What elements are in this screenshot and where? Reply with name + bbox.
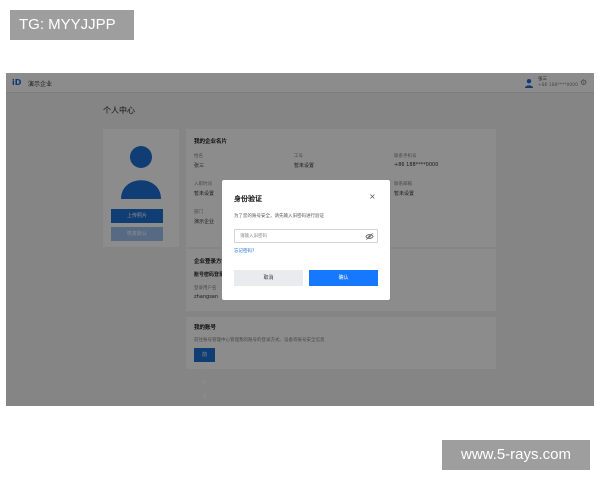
dialog-title: 身份验证 <box>234 195 262 203</box>
eye-off-icon[interactable] <box>365 232 374 241</box>
identity-verification-dialog: 身份验证 × 为了您的账号安全，请先输入旧密码进行验证 忘记密码? 取消 确认 <box>222 180 390 300</box>
password-field[interactable] <box>234 229 378 243</box>
cancel-button[interactable]: 取消 <box>234 270 303 286</box>
old-password-input[interactable] <box>240 232 360 241</box>
dialog-description: 为了您的账号安全，请先输入旧密码进行验证 <box>234 214 324 219</box>
watermark-bottom-right: www.5-rays.com <box>442 440 590 470</box>
forgot-password-link[interactable]: 忘记密码? <box>234 248 254 254</box>
confirm-button[interactable]: 确认 <box>309 270 378 286</box>
close-icon[interactable]: × <box>369 192 376 202</box>
app-window: iD 演示企业 张三 +86 188****0000 ⚙ 个人中心 上传照片 恢… <box>6 73 594 406</box>
watermark-top-left: TG: MYYJJPP <box>10 10 134 40</box>
